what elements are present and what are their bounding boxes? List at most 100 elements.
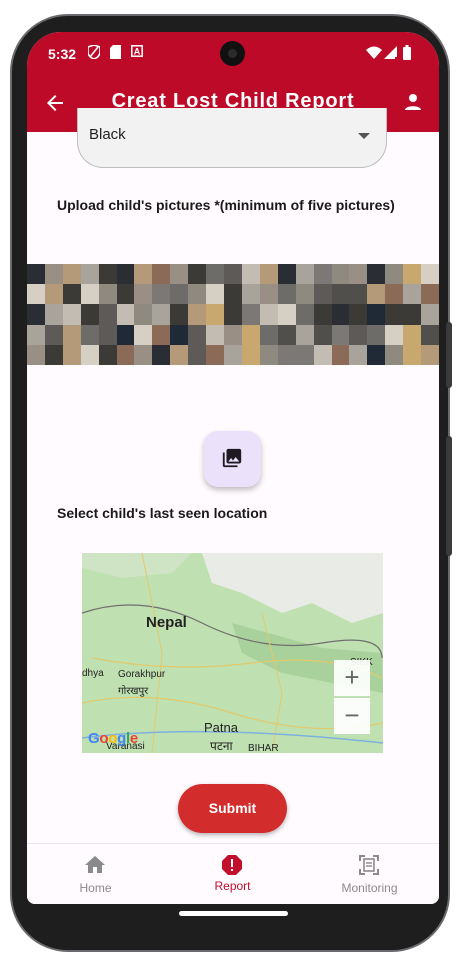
photo-pixel <box>134 344 153 365</box>
photo-pixel <box>385 304 404 325</box>
dropdown-arrow-icon <box>358 133 370 139</box>
photo-pixel <box>62 304 81 325</box>
bottom-navigation: Home Report Monitoring <box>27 843 439 904</box>
photo-pixel <box>349 284 368 305</box>
photo-pixel <box>277 284 296 305</box>
photo-pixel <box>27 264 45 285</box>
photo-library-icon <box>222 448 242 468</box>
map-label-patna-hindi: पटना <box>210 739 233 753</box>
person-icon[interactable] <box>401 90 425 114</box>
photo-pixel <box>134 264 153 285</box>
photo-pixel <box>27 284 45 305</box>
photo-pixel <box>241 324 260 345</box>
photo-pixel <box>62 284 81 305</box>
hair-color-dropdown[interactable]: Black <box>77 108 387 168</box>
photo-pixel <box>44 324 63 345</box>
submit-button[interactable]: Submit <box>178 784 287 833</box>
photo-pixel <box>62 324 81 345</box>
photo-pixel <box>116 344 135 365</box>
photo-pixel <box>44 284 63 305</box>
photo-pixel <box>313 284 332 305</box>
photo-pixel <box>403 304 422 325</box>
photo-pixel <box>241 264 260 285</box>
photo-pixel <box>224 264 242 285</box>
photo-pixel <box>331 324 350 345</box>
photo-pixel <box>98 344 117 365</box>
photo-pixel <box>170 344 189 365</box>
volume-button <box>446 322 452 388</box>
status-bar: 5:32 A <box>27 32 439 76</box>
photo-pixel <box>241 284 260 305</box>
photo-pixel <box>259 344 278 365</box>
photo-pixel <box>44 264 63 285</box>
sim-card-status-icon <box>109 45 122 59</box>
nav-item-home[interactable]: Home <box>27 844 164 904</box>
photo-pixel <box>385 284 404 305</box>
photo-pixel <box>80 324 99 345</box>
photo-pixel <box>80 344 99 365</box>
nav-label-report: Report <box>214 879 251 893</box>
photo-pixel <box>403 284 422 305</box>
photo-pixel <box>98 284 117 305</box>
photo-pixel <box>367 284 386 305</box>
photo-pixel <box>116 284 135 305</box>
photo-pixel <box>421 284 439 305</box>
status-time: 5:32 <box>48 46 77 62</box>
photo-pixel <box>98 324 117 345</box>
location-map[interactable]: Nepal dhya Gorakhpur गोरखपुर Patna पटना … <box>82 553 383 753</box>
photo-pixel <box>403 344 422 365</box>
nav-item-monitoring[interactable]: Monitoring <box>301 844 438 904</box>
zoom-out-button[interactable]: − <box>334 698 370 734</box>
photo-pixel <box>259 304 278 325</box>
report-icon <box>222 855 242 875</box>
photo-pixel <box>80 304 99 325</box>
photo-pixel <box>80 284 99 305</box>
photo-pixel <box>295 344 314 365</box>
photo-pixel <box>241 304 260 325</box>
photo-pixel <box>116 264 135 285</box>
photo-pixel <box>277 324 296 345</box>
photo-pixel <box>134 304 153 325</box>
photo-pixel <box>170 284 189 305</box>
photo-pixel <box>331 284 350 305</box>
photo-pixel <box>295 284 314 305</box>
photo-pixel <box>44 344 63 365</box>
nav-item-report[interactable]: Report <box>164 844 301 904</box>
uploaded-pictures-strip[interactable] <box>27 264 439 365</box>
dropdown-selected-value: Black <box>89 126 126 143</box>
svg-text:A: A <box>133 47 140 57</box>
photo-pixel <box>259 284 278 305</box>
photo-pixel <box>188 304 207 325</box>
photo-pixel <box>421 344 439 365</box>
photo-pixel <box>367 324 386 345</box>
photo-pixel <box>224 304 242 325</box>
photo-pixel <box>331 304 350 325</box>
photo-pixel <box>170 304 189 325</box>
map-label-gorakhpur: Gorakhpur <box>118 669 166 680</box>
photo-pixel <box>224 344 242 365</box>
photo-pixel <box>367 304 386 325</box>
photo-pixel <box>385 344 404 365</box>
pick-image-button[interactable] <box>204 431 261 487</box>
home-icon <box>85 856 105 873</box>
photo-pixel <box>349 324 368 345</box>
upload-pictures-label: Upload child's pictures *(minimum of fiv… <box>57 197 395 213</box>
zoom-in-button[interactable]: + <box>334 660 370 696</box>
photo-pixel <box>313 324 332 345</box>
photo-pixel <box>206 324 225 345</box>
photo-pixel <box>313 304 332 325</box>
map-label-patna: Patna <box>204 720 238 735</box>
power-button <box>446 436 452 556</box>
photo-pixel <box>98 304 117 325</box>
photo-pixel <box>224 284 242 305</box>
photo-pixel <box>152 304 171 325</box>
photo-pixel <box>313 344 332 365</box>
gesture-handle[interactable] <box>179 911 288 916</box>
photo-pixel <box>206 284 225 305</box>
photo-pixel <box>349 264 368 285</box>
location-label: Select child's last seen location <box>57 505 268 521</box>
photo-pixel <box>367 264 386 285</box>
photo-pixel <box>331 344 350 365</box>
photo-pixel <box>224 324 242 345</box>
photo-pixel <box>62 344 81 365</box>
